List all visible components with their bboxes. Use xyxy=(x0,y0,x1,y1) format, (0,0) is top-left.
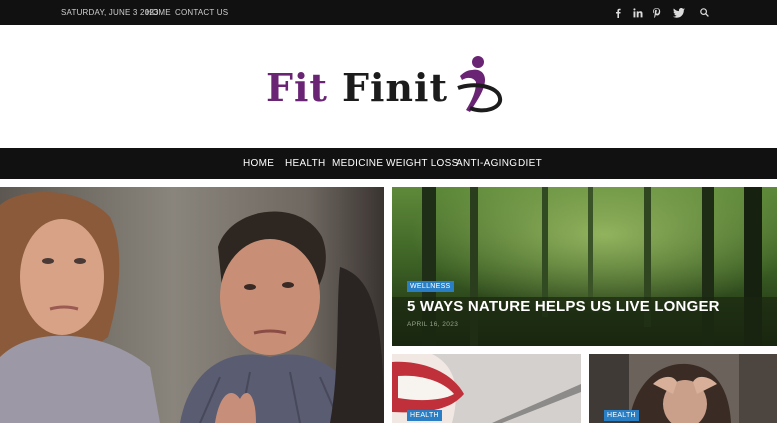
logo-word-fit: Fit xyxy=(266,64,328,110)
featured-post-main-image xyxy=(0,187,384,423)
facebook-icon[interactable] xyxy=(613,6,622,19)
top-bar: SATURDAY, JUNE 3 2023 HOME CONTACT US xyxy=(0,0,777,25)
top-link-home[interactable]: HOME xyxy=(146,8,171,17)
logo-figure-icon xyxy=(457,56,503,113)
site-logo[interactable]: Fit Finit xyxy=(266,52,503,122)
nav-item-home[interactable]: HOME xyxy=(243,158,274,169)
search-icon[interactable] xyxy=(699,6,709,19)
nav-item-anti-aging[interactable]: ANTI-AGING xyxy=(456,158,517,169)
nav-item-diet[interactable]: DIET xyxy=(518,158,542,169)
post-card-2[interactable]: HEALTH xyxy=(589,354,777,423)
featured-post-main[interactable] xyxy=(0,187,384,423)
category-badge[interactable]: WELLNESS xyxy=(407,281,454,292)
featured-post-side[interactable]: WELLNESS 5 WAYS NATURE HELPS US LIVE LON… xyxy=(392,187,777,346)
nav-item-medicine[interactable]: MEDICINE xyxy=(332,158,383,169)
nav-item-health[interactable]: HEALTH xyxy=(285,158,326,169)
category-badge[interactable]: HEALTH xyxy=(604,410,639,421)
linkedin-icon[interactable] xyxy=(632,6,644,19)
top-link-contact[interactable]: CONTACT US xyxy=(175,8,228,17)
twitter-icon[interactable] xyxy=(672,6,685,19)
post-date: APRIL 16, 2023 xyxy=(407,321,459,328)
pinterest-icon[interactable] xyxy=(652,6,662,19)
current-date: SATURDAY, JUNE 3 2023 xyxy=(61,8,159,17)
logo-word-finit: Finit xyxy=(341,64,448,110)
post-card-1[interactable]: HEALTH xyxy=(392,354,581,423)
post-title[interactable]: 5 WAYS NATURE HELPS US LIVE LONGER xyxy=(407,298,720,315)
main-navigation: HOME HEALTH MEDICINE WEIGHT LOSS ANTI-AG… xyxy=(0,148,777,179)
category-badge[interactable]: HEALTH xyxy=(407,410,442,421)
header-logo-area: Fit Finit xyxy=(0,25,777,148)
nav-item-weight-loss[interactable]: WEIGHT LOSS xyxy=(386,158,459,169)
